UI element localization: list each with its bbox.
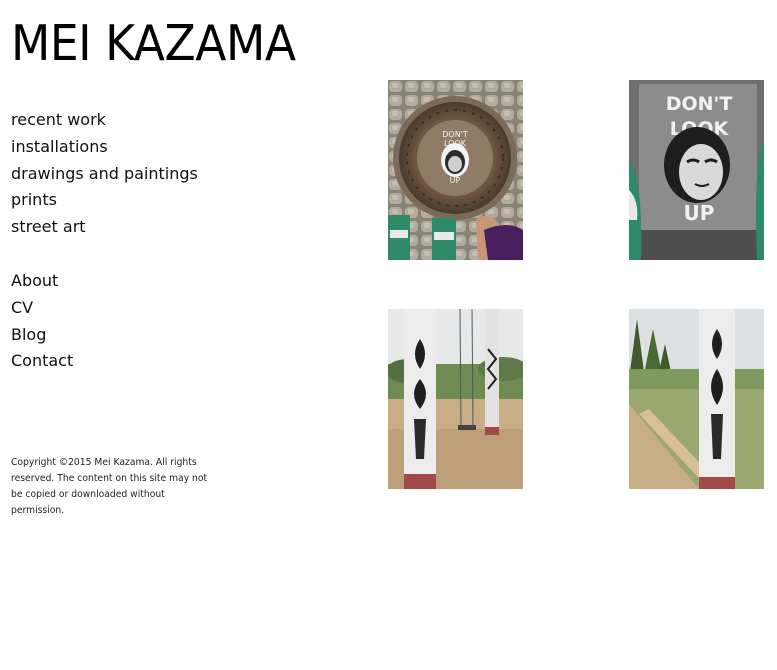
nav-link-blog[interactable]: Blog — [11, 322, 73, 349]
painted-pole-hill-photo — [629, 309, 764, 489]
stencil-closeup-photo: DON'T LOOK UP — [629, 80, 764, 260]
info-navigation: About CV Blog Contact — [11, 268, 73, 375]
stencil-text-line-1: DON'T — [442, 130, 468, 139]
gallery-thumbnail-manhole-stencil[interactable]: DON'T LOOK UP — [388, 80, 523, 260]
nav-link-prints[interactable]: prints — [11, 187, 198, 214]
gallery-thumbnail-stencil-closeup[interactable]: DON'T LOOK UP — [629, 80, 764, 260]
stencil-text-line-2: LOOK — [444, 139, 467, 148]
stencil-closeup-text-line-3: UP — [684, 201, 715, 225]
nav-link-recent-work[interactable]: recent work — [11, 107, 198, 134]
nav-link-cv[interactable]: CV — [11, 295, 73, 322]
nav-link-street-art[interactable]: street art — [11, 214, 198, 241]
stencil-text-line-3: UP — [450, 176, 461, 185]
gallery-thumbnail-painted-pole-hill[interactable] — [629, 309, 764, 489]
manhole-stencil-photo: DON'T LOOK UP — [388, 80, 523, 260]
site-title[interactable]: MEI KAZAMA — [11, 14, 296, 74]
nav-link-installations[interactable]: installations — [11, 134, 198, 161]
nav-link-contact[interactable]: Contact — [11, 348, 73, 375]
work-navigation: recent work installations drawings and p… — [11, 107, 198, 241]
stencil-closeup-text-line-1: DON'T — [666, 93, 733, 115]
painted-swing-posts-photo — [388, 309, 523, 489]
nav-link-about[interactable]: About — [11, 268, 73, 295]
copyright-notice: Copyright ©2015 Mei Kazama. All rights r… — [11, 457, 208, 516]
gallery-thumbnail-painted-swing-posts[interactable] — [388, 309, 523, 489]
nav-link-drawings-and-paintings[interactable]: drawings and paintings — [11, 161, 198, 188]
